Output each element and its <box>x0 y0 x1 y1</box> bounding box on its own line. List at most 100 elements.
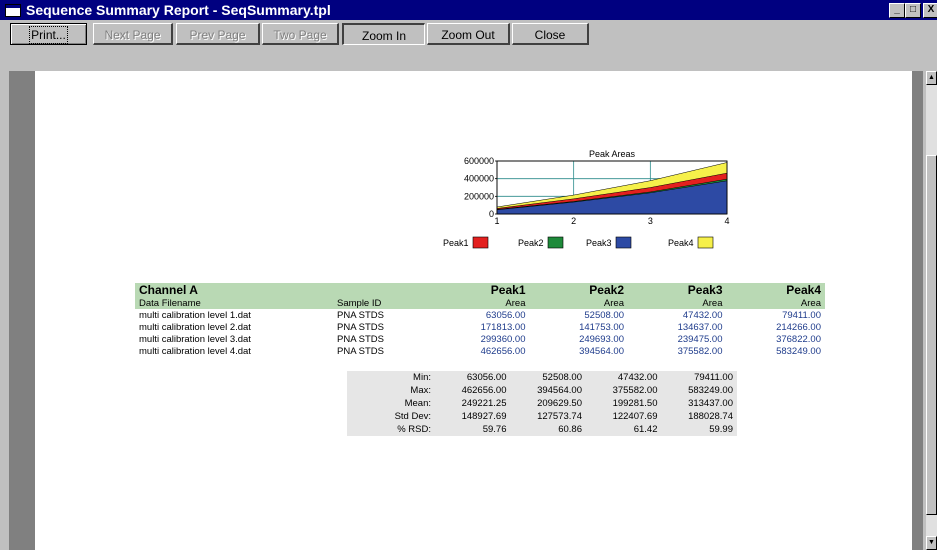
legend-label: Peak3 <box>586 238 612 248</box>
area-cell: 239475.00 <box>677 333 723 345</box>
metric-header: Area <box>431 297 530 309</box>
filename-cell: multi calibration level 3.dat <box>139 333 251 345</box>
legend-label: Peak4 <box>668 238 694 248</box>
scroll-down-arrow-icon[interactable]: ▼ <box>926 536 937 550</box>
stat-value: 148927.69 <box>461 411 507 422</box>
scroll-thumb[interactable] <box>926 155 937 515</box>
y-tick-label: 200000 <box>464 191 494 201</box>
stat-label: Mean: <box>404 398 431 409</box>
zoom-in-button[interactable]: Zoom In <box>342 23 425 45</box>
x-tick-label: 1 <box>494 216 499 226</box>
stat-value: 249221.25 <box>461 398 507 409</box>
legend-swatch <box>472 236 489 249</box>
chart-title: Peak Areas <box>589 149 636 159</box>
stat-row: % RSD: 59.76 60.86 61.42 59.99 <box>347 423 737 436</box>
stat-value: 47432.00 <box>617 372 658 383</box>
area-cell: 375582.00 <box>677 345 723 357</box>
stat-row: Std Dev: 148927.69 127573.74 122407.69 1… <box>347 410 737 423</box>
y-tick-label: 0 <box>489 209 494 219</box>
stat-label: % RSD: <box>397 424 431 435</box>
metric-header: Area <box>529 297 628 309</box>
stat-value: 188028.74 <box>688 411 733 422</box>
table-row: multi calibration level 3.dat PNA STDS 2… <box>135 333 825 345</box>
next-page-button[interactable]: Next Page <box>93 23 173 45</box>
close-window-button[interactable]: X <box>923 3 937 18</box>
area-cell: 462656.00 <box>480 345 526 357</box>
stat-value: 313437.00 <box>688 398 733 409</box>
sample-column-header: Sample ID <box>333 297 431 309</box>
two-page-button[interactable]: Two Page <box>262 23 339 45</box>
maximize-button[interactable]: □ <box>905 3 921 18</box>
peak-header: Peak4 <box>726 283 825 297</box>
stat-label: Max: <box>410 385 431 396</box>
peak-header: Peak1 <box>431 283 530 297</box>
stat-value: 375582.00 <box>612 385 658 396</box>
peak-header: Peak2 <box>529 283 628 297</box>
legend-label: Peak1 <box>443 238 469 248</box>
stat-value: 462656.00 <box>461 385 507 396</box>
stat-value: 394564.00 <box>537 385 582 396</box>
table-header-row-1: Channel A Peak1 Peak2 Peak3 Peak4 <box>135 283 825 297</box>
stat-value: 199281.50 <box>612 398 658 409</box>
stat-label: Min: <box>413 372 431 383</box>
area-cell: 249693.00 <box>579 333 624 345</box>
legend-label: Peak2 <box>518 238 544 248</box>
area-cell: 79411.00 <box>782 309 821 321</box>
channel-label: Channel A <box>135 283 333 297</box>
area-cell: 299360.00 <box>480 333 526 345</box>
stat-label: Std Dev: <box>394 411 431 422</box>
minimize-button[interactable]: _ <box>889 3 905 18</box>
report-page: Peak Areas 0 200000 400000 600000 1 2 3 4 Peak1 Pe… <box>35 71 912 550</box>
sample-cell: PNA STDS <box>337 333 384 345</box>
print-label: Print... <box>29 26 68 44</box>
stat-row: Max: 462656.00 394564.00 375582.00 58324… <box>347 384 737 397</box>
metric-header: Area <box>628 297 727 309</box>
table-row: multi calibration level 4.dat PNA STDS 4… <box>135 345 825 357</box>
y-tick-label: 400000 <box>464 174 494 184</box>
stat-row: Mean: 249221.25 209629.50 199281.50 3134… <box>347 397 737 410</box>
peak-areas-chart: Peak Areas 0 200000 400000 600000 1 2 3 4 Peak1 Pe… <box>415 149 735 257</box>
area-cell: 141753.00 <box>579 321 624 333</box>
report-window: Sequence Summary Report - SeqSummary.tpl… <box>0 0 937 550</box>
x-tick-label: 2 <box>571 216 576 226</box>
window-icon[interactable] <box>5 4 21 17</box>
prev-page-button[interactable]: Prev Page <box>176 23 260 45</box>
sample-cell: PNA STDS <box>337 321 384 333</box>
chart-svg: Peak Areas 0 200000 400000 600000 1 2 3 4 Peak1 Pe… <box>443 149 730 249</box>
stat-value: 61.42 <box>633 424 658 435</box>
area-cell: 171813.00 <box>480 321 526 333</box>
table-row: multi calibration level 2.dat PNA STDS 1… <box>135 321 825 333</box>
stat-value: 59.99 <box>709 424 733 435</box>
stat-value: 209629.50 <box>537 398 582 409</box>
window-title: Sequence Summary Report - SeqSummary.tpl <box>26 2 331 18</box>
stat-value: 79411.00 <box>694 372 733 383</box>
table-row: multi calibration level 1.dat PNA STDS 6… <box>135 309 825 321</box>
stat-value: 63056.00 <box>466 372 507 383</box>
area-cell: 63056.00 <box>485 309 526 321</box>
zoom-out-button[interactable]: Zoom Out <box>427 23 510 45</box>
y-tick-label: 600000 <box>464 156 494 166</box>
scroll-up-arrow-icon[interactable]: ▲ <box>926 71 937 85</box>
vertical-scrollbar[interactable]: ▲ ▼ <box>926 71 937 550</box>
print-button[interactable]: Print... <box>10 23 87 45</box>
area-cell: 134637.00 <box>677 321 723 333</box>
peak-header: Peak3 <box>628 283 727 297</box>
filename-cell: multi calibration level 4.dat <box>139 345 251 357</box>
stat-value: 127573.74 <box>537 411 582 422</box>
filename-cell: multi calibration level 2.dat <box>139 321 251 333</box>
close-button[interactable]: Close <box>512 23 589 45</box>
legend-swatch <box>697 236 714 249</box>
legend-swatch <box>547 236 564 249</box>
x-tick-label: 3 <box>648 216 653 226</box>
statistics-table: Min: 63056.00 52508.00 47432.00 79411.00… <box>347 371 737 436</box>
table-header-row-2: Data Filename Sample ID Area Area Area A… <box>135 297 825 309</box>
preview-area[interactable]: Peak Areas 0 200000 400000 600000 1 2 3 4 Peak1 Pe… <box>9 71 923 550</box>
area-cell: 214266.00 <box>776 321 821 333</box>
results-table: Channel A Peak1 Peak2 Peak3 Peak4 Data F… <box>135 283 825 357</box>
title-bar[interactable]: Sequence Summary Report - SeqSummary.tpl… <box>0 0 937 20</box>
filename-cell: multi calibration level 1.dat <box>139 309 251 321</box>
area-cell: 394564.00 <box>579 345 624 357</box>
legend-swatch <box>615 236 632 249</box>
area-cell: 52508.00 <box>584 309 624 321</box>
statistics-block: Min: 63056.00 52508.00 47432.00 79411.00… <box>347 371 737 436</box>
